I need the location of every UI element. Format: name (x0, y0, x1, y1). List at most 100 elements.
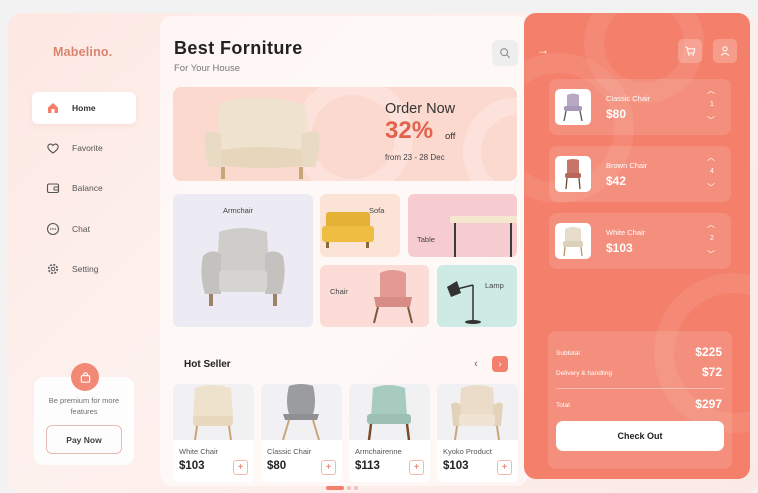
cart-item[interactable]: Classic Chair $80 ︿ 1 ﹀ (549, 79, 731, 135)
sidebar-item-label: Home (72, 103, 96, 113)
sidebar-item-label: Chat (72, 224, 90, 234)
total-label: Total (556, 402, 570, 409)
category-chair[interactable]: Chair (320, 265, 429, 327)
product-image (173, 384, 254, 441)
sidebar-item-favorite[interactable]: Favorite (32, 132, 136, 164)
chevron-up-icon[interactable]: ︿ (707, 152, 715, 163)
search-icon (500, 48, 511, 59)
add-to-cart-button[interactable]: + (233, 460, 248, 475)
category-sofa[interactable]: Sofa (320, 194, 400, 257)
table-image (450, 216, 517, 257)
sidebar-item-label: Setting (72, 264, 99, 274)
add-to-cart-button[interactable]: + (497, 460, 512, 475)
chevron-down-icon[interactable]: ﹀ (707, 115, 715, 126)
sidebar-item-home[interactable]: Home (32, 92, 136, 124)
category-lamp[interactable]: Lamp (437, 265, 517, 327)
next-arrow-icon[interactable]: › (492, 356, 508, 372)
user-icon (720, 46, 730, 57)
cart-item-qty: 1 (710, 101, 714, 108)
search-button[interactable] (492, 40, 518, 66)
lamp-image (447, 281, 481, 324)
heart-icon (46, 141, 60, 155)
product-card[interactable]: White Chair $103 + (173, 384, 254, 482)
cart-item-price: $42 (606, 174, 627, 188)
page-title: Best Forniture (174, 38, 303, 58)
cart-item-qty: 2 (710, 235, 714, 242)
cart-item-name: Classic Chair (606, 94, 651, 103)
main-panel: Best Forniture For Your House Order Now … (160, 16, 528, 486)
bag-icon (71, 363, 99, 391)
cart-item-image (555, 89, 591, 125)
order-summary: Subtotal $225 Delivery & handling $72 To… (548, 331, 732, 469)
wallet-icon (46, 181, 60, 195)
product-card[interactable]: Armchairenne $113 + (349, 384, 430, 482)
cart-item-image (555, 223, 591, 259)
banner-off: off (445, 131, 456, 142)
sidebar-item-label: Balance (72, 183, 103, 193)
pay-now-button[interactable]: Pay Now (46, 425, 122, 454)
product-price: $80 (267, 460, 287, 472)
sofa-image (322, 212, 374, 248)
banner-chair-image (204, 97, 320, 179)
total-value: $297 (695, 397, 722, 411)
carousel-dot[interactable] (347, 486, 351, 490)
category-armchair[interactable]: Armchair (173, 194, 313, 327)
product-name: White Chair (179, 447, 219, 456)
gear-icon (46, 262, 60, 276)
delivery-value: $72 (701, 365, 722, 379)
arrow-right-icon[interactable]: → (537, 43, 549, 57)
cart-button[interactable] (678, 39, 702, 63)
category-label: Chair (330, 287, 348, 296)
cart-item-qty: 4 (710, 168, 714, 175)
product-name: Classic Chair (267, 447, 312, 456)
product-price: $113 (355, 460, 380, 472)
sidebar-item-chat[interactable]: Chat (32, 213, 136, 245)
product-name: Armchairenne (355, 447, 402, 456)
profile-button[interactable] (713, 39, 737, 63)
carousel-dot[interactable] (354, 486, 358, 490)
chevron-down-icon[interactable]: ﹀ (707, 249, 715, 260)
premium-text: Be premium for more features (48, 396, 120, 416)
divider (556, 388, 724, 389)
category-label: Lamp (485, 281, 504, 290)
sidebar-item-balance[interactable]: Balance (32, 172, 136, 204)
delivery-label: Delivery & handling (556, 370, 613, 377)
decor-ring (463, 97, 517, 181)
chevron-up-icon[interactable]: ︿ (707, 219, 715, 230)
cart-item[interactable]: Brown Chair $42 ︿ 4 ﹀ (549, 146, 731, 202)
carousel-dot[interactable] (326, 486, 344, 490)
cart-item-name: White Chair (606, 228, 646, 237)
cart-panel: → Classic Chair $80 ︿ 1 ﹀ Brown Chair $4… (524, 13, 750, 479)
product-card[interactable]: Classic Chair $80 + (261, 384, 342, 482)
add-to-cart-button[interactable]: + (409, 460, 424, 475)
chat-icon (46, 222, 60, 236)
sidebar-item-setting[interactable]: Setting (32, 253, 136, 285)
category-table[interactable]: Table (408, 194, 517, 257)
hot-seller-title: Hot Seller (184, 359, 231, 370)
sidebar: Mabelino. Home Favorite Balance Chat Set… (8, 13, 158, 493)
cart-item-image (555, 156, 591, 192)
promo-banner[interactable]: Order Now 32% off from 23 - 28 Dec (173, 87, 517, 181)
product-image (261, 384, 342, 441)
chevron-down-icon[interactable]: ﹀ (707, 182, 715, 193)
checkout-button[interactable]: Check Out (556, 421, 724, 451)
add-to-cart-button[interactable]: + (321, 460, 336, 475)
product-image (437, 384, 518, 441)
product-image (349, 384, 430, 441)
product-price: $103 (179, 460, 205, 472)
cart-item-price: $80 (606, 107, 627, 121)
page-subtitle: For Your House (174, 63, 241, 74)
sidebar-item-label: Favorite (72, 143, 103, 153)
product-card[interactable]: Kyoko Product $103 + (437, 384, 518, 482)
premium-card: Be premium for more features Pay Now (34, 363, 134, 465)
chair-image (373, 270, 413, 324)
home-icon (46, 101, 60, 115)
chevron-up-icon[interactable]: ︿ (707, 85, 715, 96)
cart-icon (685, 46, 696, 56)
armchair-image (201, 228, 285, 306)
subtotal-label: Subtotal (556, 350, 580, 357)
product-price: $103 (443, 460, 469, 472)
prev-arrow-icon[interactable]: ‹ (468, 356, 484, 372)
cart-item[interactable]: White Chair $103 ︿ 2 ﹀ (549, 213, 731, 269)
category-label: Table (417, 235, 435, 244)
